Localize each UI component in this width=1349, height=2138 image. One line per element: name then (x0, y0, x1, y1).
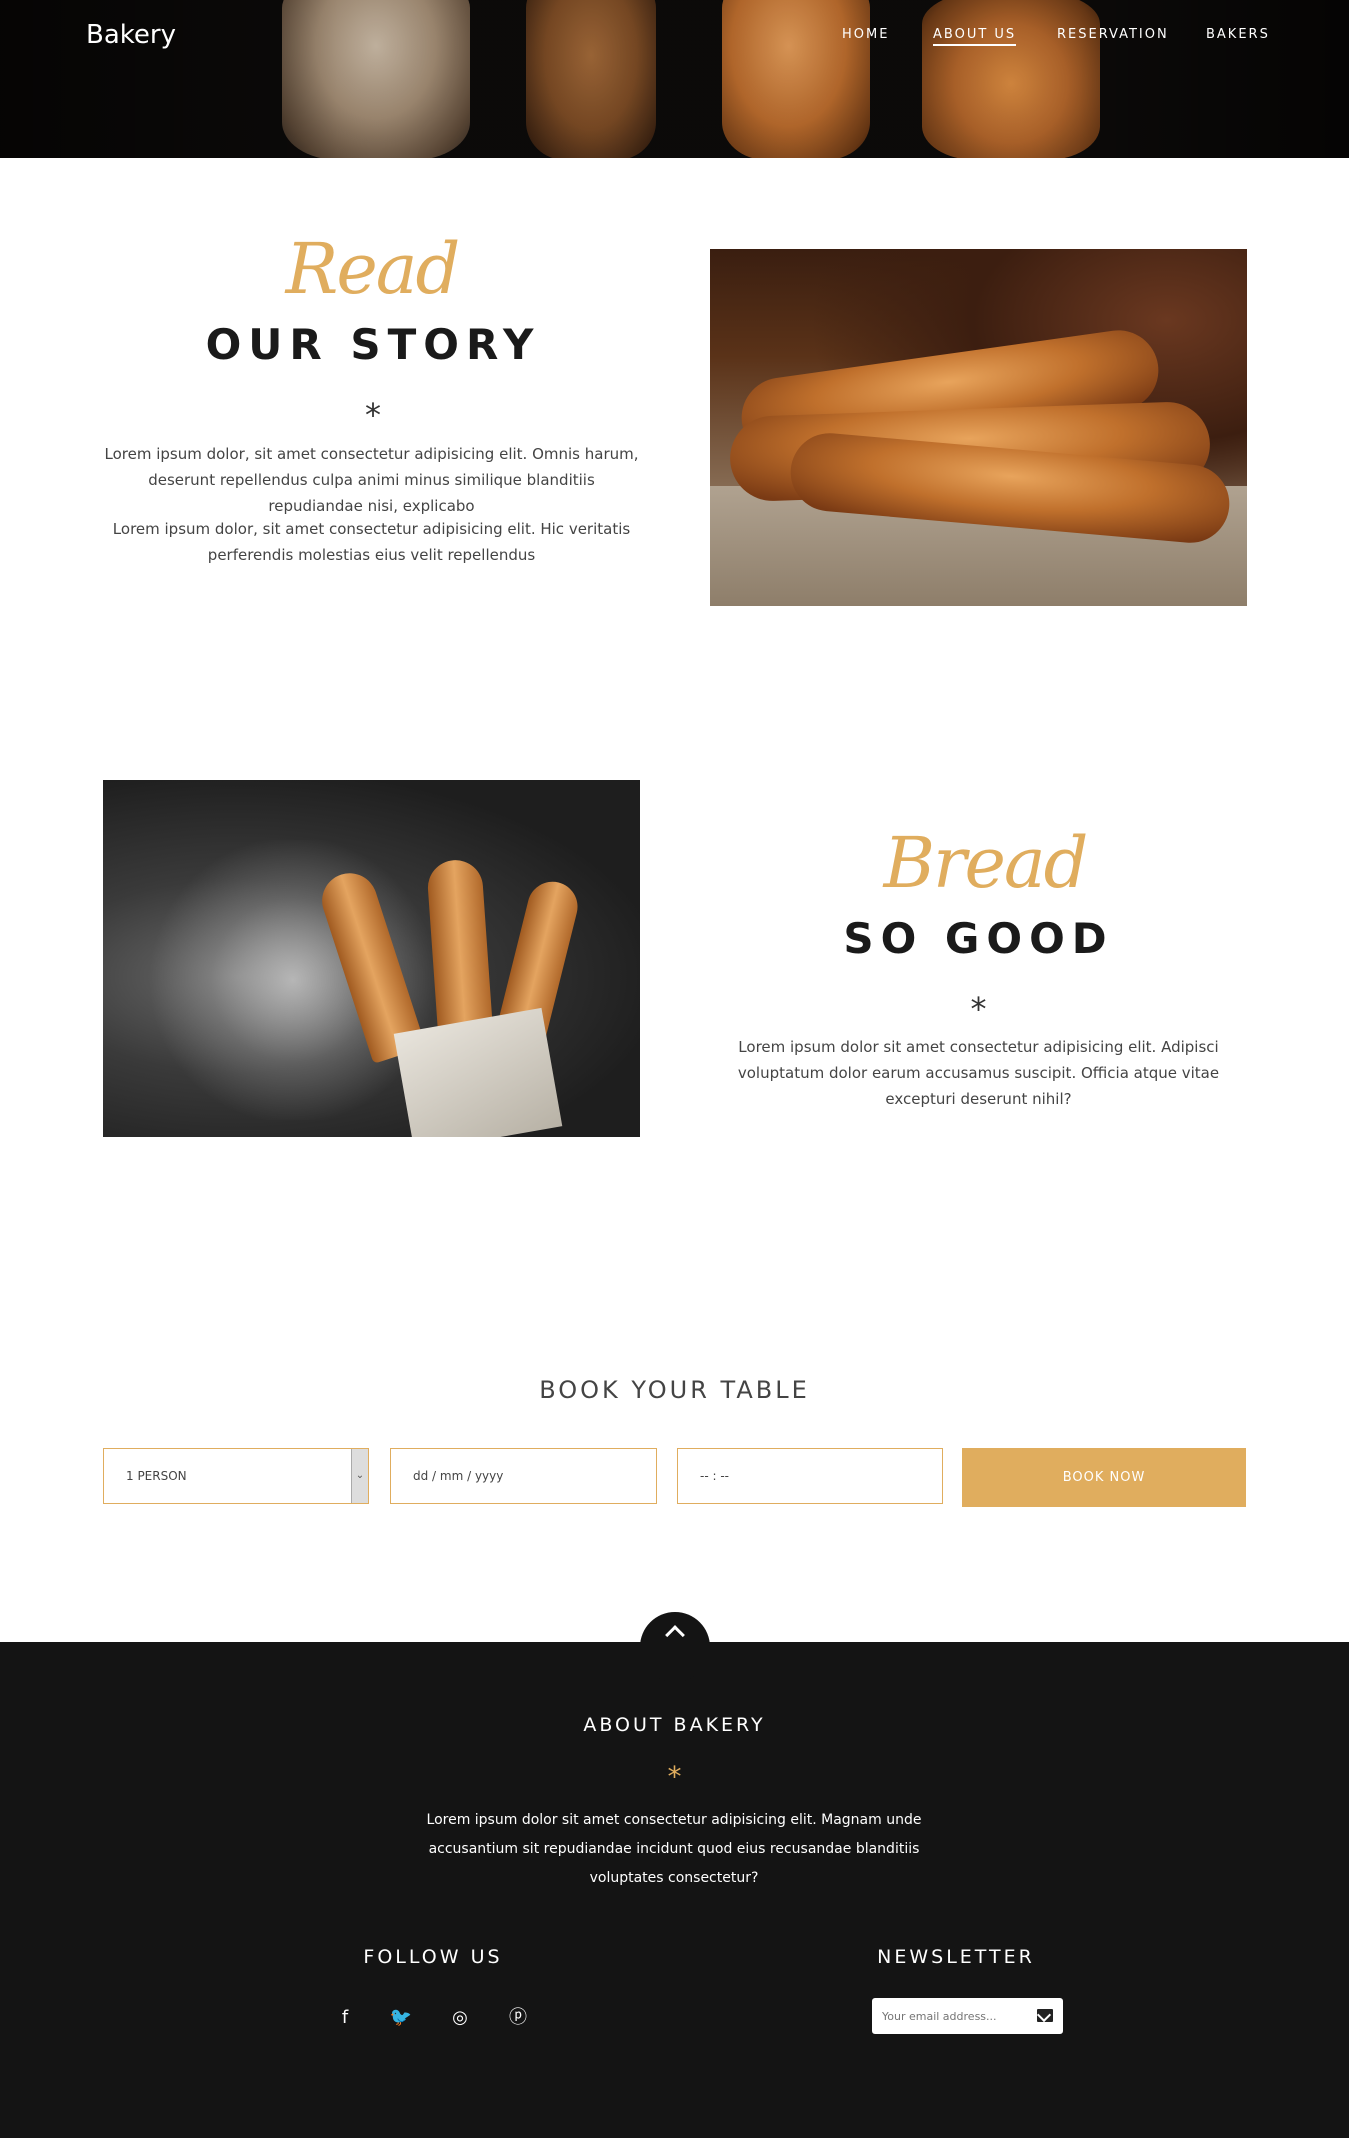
persons-select-value: 1 PERSON (126, 1469, 187, 1483)
story-script-title: Read (285, 228, 461, 310)
time-input-placeholder: -- : -- (700, 1469, 729, 1483)
facebook-icon[interactable]: f (331, 2004, 359, 2032)
date-input-placeholder: dd / mm / yyyy (413, 1469, 504, 1483)
book-table-title: BOOK YOUR TABLE (539, 1376, 810, 1404)
nav-bakers[interactable]: BAKERS (1206, 27, 1270, 42)
story-asterisk: * (365, 396, 381, 434)
newsletter-title: NEWSLETTER (877, 1946, 1035, 1968)
book-now-button[interactable]: BOOK NOW (962, 1448, 1246, 1507)
twitter-icon[interactable]: 🐦 (387, 2004, 415, 2032)
instagram-icon[interactable]: ◎ (446, 2004, 474, 2032)
persons-select[interactable]: 1 PERSON ⌄ (103, 1448, 369, 1504)
nav-home[interactable]: HOME (842, 27, 889, 42)
follow-us-title: FOLLOW US (363, 1946, 503, 1968)
about-bakery-title: ABOUT BAKERY (583, 1714, 766, 1736)
brand-logo[interactable]: Bakery (86, 20, 176, 50)
story-paragraph-1: Lorem ipsum dolor, sit amet consectetur … (104, 445, 639, 515)
bread-paragraph: Lorem ipsum dolor sit amet consectetur a… (737, 1038, 1220, 1108)
churros-photo (103, 780, 640, 1137)
chevron-down-icon[interactable]: ⌄ (351, 1449, 368, 1503)
hero-header: Bakery HOME ABOUT US RESERVATION BAKERS (0, 0, 1349, 158)
bread-asterisk: * (970, 990, 987, 1028)
envelope-icon[interactable] (1037, 2009, 1053, 2022)
date-input[interactable]: dd / mm / yyyy (390, 1448, 657, 1504)
baguettes-photo (710, 249, 1247, 606)
about-bakery-text: Lorem ipsum dolor sit amet consectetur a… (426, 1812, 922, 1886)
newsletter-form (872, 1998, 1063, 2034)
bread-heading: SO GOOD (843, 914, 1114, 963)
story-heading: OUR STORY (205, 320, 541, 369)
story-paragraph-2: Lorem ipsum dolor, sit amet consectetur … (112, 520, 631, 564)
time-input[interactable]: -- : -- (677, 1448, 943, 1504)
pinterest-icon[interactable]: ⓟ (504, 2004, 532, 2032)
scroll-to-top-button[interactable] (640, 1612, 710, 1682)
footer-asterisk: * (667, 1760, 682, 1793)
nav-reservation[interactable]: RESERVATION (1057, 27, 1169, 42)
nav-about-us[interactable]: ABOUT US (933, 27, 1017, 46)
bread-script-title: Bread (883, 822, 1089, 904)
chevron-up-icon (665, 1625, 685, 1645)
newsletter-email-input[interactable] (872, 1998, 1022, 2034)
